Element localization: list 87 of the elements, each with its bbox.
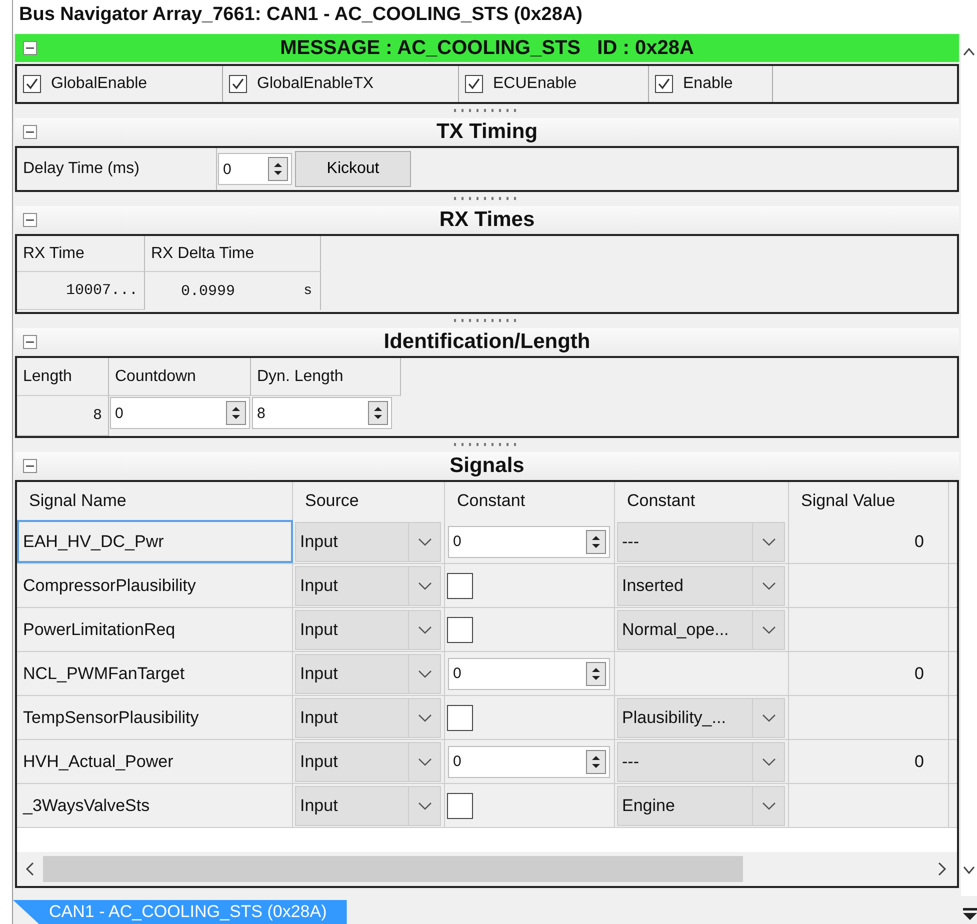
chevron-down-icon[interactable] <box>418 758 432 766</box>
collapse-icon[interactable] <box>23 125 37 139</box>
chevron-down-icon[interactable] <box>418 714 432 722</box>
signal-value: 0 <box>914 664 924 684</box>
chevron-down-icon[interactable] <box>418 802 432 810</box>
signal-name-cell[interactable]: HVH_Actual_Power <box>17 740 293 783</box>
chevron-down-icon[interactable] <box>762 538 776 546</box>
spin-arrows-icon[interactable] <box>373 405 383 421</box>
scroll-left-icon[interactable] <box>25 862 35 876</box>
spin-arrows-icon[interactable] <box>591 754 601 770</box>
checkbox-label: Enable <box>683 75 733 93</box>
spin-field[interactable]: 0 <box>448 746 610 778</box>
checkbox[interactable] <box>655 75 673 93</box>
constant-dropdown[interactable]: Inserted <box>617 566 785 606</box>
source-dropdown[interactable]: Input <box>295 610 441 650</box>
signal-name-cell[interactable]: CompressorPlausibility <box>17 564 293 607</box>
signal-value: 0 <box>914 532 924 552</box>
source-dropdown[interactable]: Input <box>295 654 441 694</box>
column-header: Signal Name <box>17 482 293 520</box>
section-title: TX Timing <box>436 120 538 144</box>
column-header: RX Time <box>17 236 145 272</box>
chevron-down-icon[interactable] <box>762 802 776 810</box>
signal-value: 0 <box>914 752 924 772</box>
collapse-icon[interactable] <box>23 41 37 55</box>
source-dropdown[interactable]: Input <box>295 566 441 606</box>
unit-label: s <box>304 283 312 299</box>
section-title: RX Times <box>439 208 535 232</box>
section-title: Identification/Length <box>384 330 590 354</box>
source-dropdown[interactable]: Input <box>295 786 441 826</box>
constant-dropdown[interactable]: Plausibility_... <box>617 698 785 738</box>
source-dropdown[interactable]: Input <box>295 522 441 562</box>
spin-field[interactable]: 0 <box>448 526 610 558</box>
chevron-down-icon[interactable] <box>418 538 432 546</box>
constant-dropdown[interactable]: --- <box>617 522 785 562</box>
column-header: Length <box>17 358 109 396</box>
signal-name-cell[interactable]: EAH_HV_DC_Pwr <box>17 520 293 563</box>
kickout-button[interactable]: Kickout <box>295 151 411 187</box>
spin-arrows-icon[interactable] <box>273 161 283 177</box>
spin-field[interactable]: 0 <box>110 397 250 429</box>
constant-dropdown[interactable]: Engine <box>617 786 785 826</box>
chevron-down-icon[interactable] <box>762 626 776 634</box>
chevron-down-icon[interactable] <box>762 582 776 590</box>
checkbox[interactable] <box>447 572 473 598</box>
length-value: 8 <box>17 396 109 436</box>
rx-time-value: 10007... <box>17 272 145 310</box>
checkbox-label: ECUEnable <box>493 75 577 93</box>
source-dropdown[interactable]: Input <box>295 698 441 738</box>
overflow-menu-icon[interactable] <box>963 908 977 920</box>
signal-name-cell[interactable]: TempSensorPlausibility <box>17 696 293 739</box>
collapse-icon[interactable] <box>23 213 37 227</box>
signal-name-cell[interactable]: NCL_PWMFanTarget <box>17 652 293 695</box>
spin-arrows-icon[interactable] <box>231 405 241 421</box>
chevron-down-icon[interactable] <box>418 582 432 590</box>
spin-arrows-icon[interactable] <box>591 534 601 550</box>
spin-field[interactable]: 0 <box>218 153 292 185</box>
source-dropdown[interactable]: Input <box>295 742 441 782</box>
chevron-down-icon[interactable] <box>418 670 432 678</box>
message-title: MESSAGE : AC_COOLING_STS ID : 0x28A <box>280 36 694 60</box>
spin-field[interactable]: 0 <box>448 658 610 690</box>
checkbox-label: GlobalEnableTX <box>257 75 374 93</box>
chevron-down-icon[interactable] <box>762 758 776 766</box>
checkbox[interactable] <box>23 75 41 93</box>
checkbox[interactable] <box>465 75 483 93</box>
scroll-down-icon[interactable] <box>963 866 975 874</box>
chevron-down-icon[interactable] <box>418 626 432 634</box>
signal-name-cell[interactable]: PowerLimitationReq <box>17 608 293 651</box>
section-title: Signals <box>450 454 524 478</box>
rx-delta-value: 0.0999 <box>181 282 236 300</box>
constant-dropdown[interactable]: --- <box>617 742 785 782</box>
scroll-right-icon[interactable] <box>937 862 947 876</box>
checkbox[interactable] <box>447 792 473 818</box>
delay-label: Delay Time (ms) <box>17 148 217 190</box>
chevron-down-icon[interactable] <box>762 714 776 722</box>
spin-field[interactable]: 8 <box>252 397 392 429</box>
spin-arrows-icon[interactable] <box>591 666 601 682</box>
checkbox[interactable] <box>447 616 473 642</box>
constant-dropdown[interactable]: Normal_ope... <box>617 610 785 650</box>
scroll-up-icon[interactable] <box>963 48 975 56</box>
column-header: Dyn. Length <box>251 358 401 396</box>
signal-name-cell[interactable]: _3WaysValveSts <box>17 784 293 827</box>
checkbox[interactable] <box>447 704 473 730</box>
collapse-icon[interactable] <box>23 459 37 473</box>
checkbox[interactable] <box>229 75 247 93</box>
column-header: RX Delta Time <box>145 236 321 272</box>
checkbox-label: GlobalEnable <box>51 75 148 93</box>
collapse-icon[interactable] <box>23 335 37 349</box>
column-header: Countdown <box>109 358 251 396</box>
